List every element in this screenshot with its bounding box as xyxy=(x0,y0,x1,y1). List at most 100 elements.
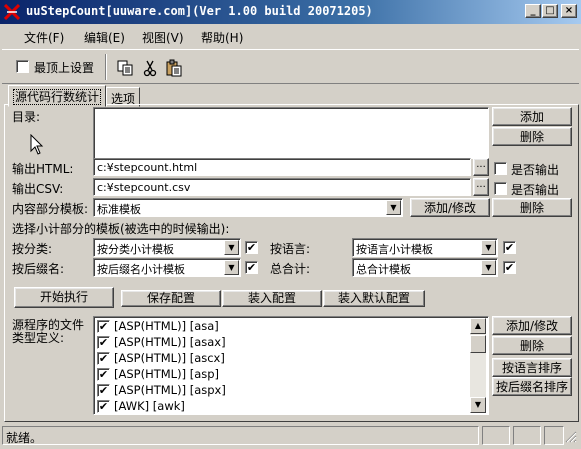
status-panel-3 xyxy=(544,426,564,445)
menu-help[interactable]: 帮助(H) xyxy=(201,29,243,46)
filetype-name: [ASP(HTML)] [asa] xyxy=(114,319,219,333)
chevron-down-icon[interactable]: ▼ xyxy=(386,200,401,215)
output-csv-input[interactable]: c:¥stepcount.csv xyxy=(93,178,471,196)
menu-bar: 文件(F) 编辑(E) 视图(V) 帮助(H) xyxy=(0,25,581,47)
filetype-name: [ASP(HTML)] [ascx] xyxy=(114,351,225,365)
chevron-down-icon[interactable]: ▼ xyxy=(481,240,496,255)
total-value: 总合计模板 xyxy=(356,263,411,276)
by-language-value: 按语言小计模板 xyxy=(356,243,433,256)
menu-file[interactable]: 文件(F) xyxy=(24,29,64,46)
output-csv-label: 输出CSV: xyxy=(12,182,64,196)
filetype-name: [ASP(HTML)] [aspx] xyxy=(114,383,226,397)
by-language-label: 按语言: xyxy=(270,242,311,256)
filetype-checkbox[interactable]: ✔ xyxy=(97,368,110,381)
scrollbar-thumb[interactable] xyxy=(470,335,486,353)
topmost-checkbox[interactable] xyxy=(16,60,29,73)
add-edit-template-button[interactable]: 添加/修改 xyxy=(410,198,490,217)
list-item[interactable]: ✔ [ASP(HTML)] [ascx] xyxy=(97,351,225,367)
filetype-add-edit-button[interactable]: 添加/修改 xyxy=(492,316,572,335)
filetype-label-line2: 类型定义: xyxy=(12,331,65,345)
filetype-name: [ASP(HTML)] [asp] xyxy=(114,367,220,381)
export-csv-label: 是否输出 xyxy=(511,183,560,197)
by-category-value: 按分类小计模板 xyxy=(97,243,174,256)
export-html-label: 是否输出 xyxy=(511,163,560,177)
status-text: 就绪。 xyxy=(6,431,43,445)
tab-line-count-label: 源代码行数统计 xyxy=(13,89,102,105)
browse-csv-button[interactable]: ... xyxy=(473,178,489,196)
by-language-checkbox[interactable]: ✔ xyxy=(503,241,516,254)
browse-html-button[interactable]: ... xyxy=(473,158,489,176)
scroll-down-icon[interactable]: ▼ xyxy=(470,397,486,413)
copy-icon[interactable] xyxy=(116,59,134,77)
by-category-checkbox[interactable]: ✔ xyxy=(245,241,258,254)
add-directory-button[interactable]: 添加 xyxy=(492,107,572,126)
menu-view[interactable]: 视图(V) xyxy=(142,29,184,46)
start-button[interactable]: 开始执行 xyxy=(14,287,114,308)
list-item[interactable]: ✔ [ASP(HTML)] [asp] xyxy=(97,367,219,383)
by-language-select[interactable]: 按语言小计模板 ▼ xyxy=(352,238,498,257)
export-csv-checkbox[interactable] xyxy=(494,182,507,195)
output-html-input[interactable]: c:¥stepcount.html xyxy=(93,158,471,176)
filetype-checkbox[interactable]: ✔ xyxy=(97,320,110,333)
minimize-button[interactable]: _ xyxy=(525,4,541,18)
subtotal-heading: 选择小计部分的模板(被选中的时候输出): xyxy=(12,222,230,236)
title-bar[interactable]: uuStepCount[uuware.com](Ver 1.00 build 2… xyxy=(0,0,581,24)
directory-list[interactable] xyxy=(93,107,489,159)
list-item[interactable]: ✔ [ASP(HTML)] [asax] xyxy=(97,335,226,351)
status-panel-1 xyxy=(482,426,510,445)
delete-template-button[interactable]: 删除 xyxy=(492,198,572,217)
filetype-checkbox[interactable]: ✔ xyxy=(97,336,110,349)
save-config-button[interactable]: 保存配置 xyxy=(121,290,221,307)
total-checkbox[interactable]: ✔ xyxy=(503,261,516,274)
toolbar-separator xyxy=(105,54,107,80)
by-ext-checkbox[interactable]: ✔ xyxy=(245,261,258,274)
by-ext-select[interactable]: 按后缀名小计模板 ▼ xyxy=(93,258,241,277)
close-button[interactable]: × xyxy=(561,4,577,18)
filetype-list[interactable]: ✔ [ASP(HTML)] [asa] ✔ [ASP(HTML)] [asax] ✔… xyxy=(93,316,489,415)
list-item[interactable]: ✔ [ASP(HTML)] [asa] xyxy=(97,319,219,335)
chevron-down-icon[interactable]: ▼ xyxy=(224,260,239,275)
by-category-select[interactable]: 按分类小计模板 ▼ xyxy=(93,238,241,257)
resize-grip-icon[interactable] xyxy=(565,431,577,443)
load-default-config-button[interactable]: 装入默认配置 xyxy=(323,290,425,307)
tab-line-count[interactable]: 源代码行数统计 xyxy=(8,85,107,107)
list-item[interactable]: ✔ [ASP(HTML)] [aspx] xyxy=(97,383,226,399)
filetype-checkbox[interactable]: ✔ xyxy=(97,384,110,397)
by-ext-value: 按后缀名小计模板 xyxy=(97,263,185,276)
load-config-button[interactable]: 装入配置 xyxy=(222,290,322,307)
sort-by-language-button[interactable]: 按语言排序 xyxy=(492,358,572,377)
topmost-label: 最顶上设置 xyxy=(34,61,95,75)
content-template-label: 内容部分模板: xyxy=(12,202,89,216)
chevron-down-icon[interactable]: ▼ xyxy=(224,240,239,255)
by-category-label: 按分类: xyxy=(12,242,53,256)
app-icon xyxy=(4,4,20,20)
output-html-value: c:¥stepcount.html xyxy=(97,161,198,174)
status-panel-2 xyxy=(513,426,541,445)
maximize-button[interactable]: □ xyxy=(542,4,558,18)
chevron-down-icon[interactable]: ▼ xyxy=(481,260,496,275)
dir-label: 目录: xyxy=(12,110,41,124)
sort-by-ext-button[interactable]: 按后缀名排序 xyxy=(492,377,572,396)
total-label: 总合计: xyxy=(270,262,311,276)
vertical-scrollbar[interactable]: ▲ ▼ xyxy=(470,318,486,413)
mouse-cursor-icon xyxy=(30,134,44,155)
content-template-value: 标准模板 xyxy=(97,203,141,216)
by-ext-label: 按后缀名: xyxy=(12,262,65,276)
delete-directory-button[interactable]: 删除 xyxy=(492,127,572,146)
export-html-checkbox[interactable] xyxy=(494,162,507,175)
total-select[interactable]: 总合计模板 ▼ xyxy=(352,258,498,277)
status-main: 就绪。 xyxy=(2,426,479,445)
filetype-checkbox[interactable]: ✔ xyxy=(97,400,110,413)
menu-edit[interactable]: 编辑(E) xyxy=(84,29,125,46)
window-title: uuStepCount[uuware.com](Ver 1.00 build 2… xyxy=(26,4,373,18)
status-bar: 就绪。 xyxy=(2,426,579,447)
filetype-name: [AWK] [awk] xyxy=(114,399,185,413)
filetype-checkbox[interactable]: ✔ xyxy=(97,352,110,365)
list-item[interactable]: ✔ [AWK] [awk] xyxy=(97,399,185,414)
scroll-up-icon[interactable]: ▲ xyxy=(470,318,486,334)
filetype-delete-button[interactable]: 删除 xyxy=(492,336,572,355)
cut-icon[interactable] xyxy=(141,59,159,77)
paste-icon[interactable] xyxy=(165,59,183,77)
content-template-select[interactable]: 标准模板 ▼ xyxy=(93,198,403,217)
output-csv-value: c:¥stepcount.csv xyxy=(97,181,191,194)
